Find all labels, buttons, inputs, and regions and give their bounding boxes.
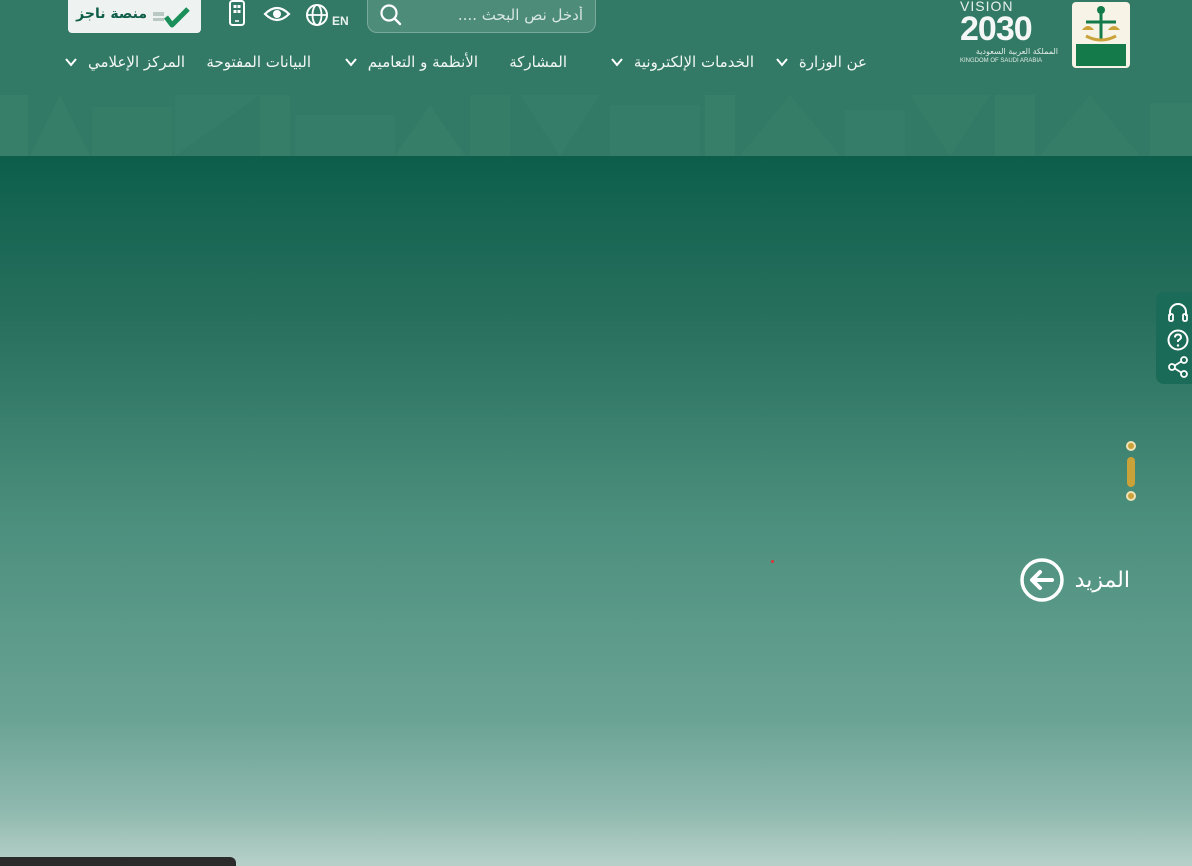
main-nav: عن الوزارة الخدمات الإلكترونية المشاركة … xyxy=(0,48,1192,76)
language-switch[interactable]: EN xyxy=(304,2,352,30)
nav-item-open-data[interactable]: البيانات المفتوحة xyxy=(206,48,311,76)
chevron-down-icon xyxy=(776,58,788,67)
share-icon[interactable] xyxy=(1166,355,1190,379)
chevron-down-icon xyxy=(611,58,623,67)
more-label: المزيد xyxy=(1074,567,1130,593)
arrow-left-circle-icon xyxy=(1019,558,1064,602)
nav-label: المشاركة xyxy=(509,53,567,71)
language-label: EN xyxy=(332,14,349,28)
search-box xyxy=(367,0,596,33)
globe-icon xyxy=(306,4,328,26)
nav-item-about[interactable]: عن الوزارة xyxy=(775,48,867,76)
pager-dot[interactable] xyxy=(1126,491,1136,501)
more-button[interactable]: المزيد xyxy=(1012,556,1130,604)
chevron-down-icon xyxy=(65,58,77,67)
pager-dot[interactable] xyxy=(1126,441,1136,451)
nav-label: الأنظمة و التعاميم xyxy=(367,53,478,71)
side-toolbar xyxy=(1156,292,1192,384)
pager-dot-active[interactable] xyxy=(1127,457,1135,487)
nav-label: عن الوزارة xyxy=(798,53,867,71)
cursor-marker xyxy=(771,560,774,563)
nav-item-participation[interactable]: المشاركة xyxy=(509,48,567,76)
nav-item-media-center[interactable]: المركز الإعلامي xyxy=(64,48,185,76)
help-icon[interactable] xyxy=(1166,328,1190,352)
search-input[interactable] xyxy=(413,3,583,27)
header-pattern xyxy=(0,95,1192,156)
najiz-logo-icon xyxy=(153,7,190,28)
nav-label: المركز الإعلامي xyxy=(87,53,185,71)
chevron-down-icon xyxy=(344,58,357,67)
browser-status-bar xyxy=(0,857,236,866)
nav-label: البيانات المفتوحة xyxy=(206,53,311,71)
nav-item-regulations[interactable]: الأنظمة و التعاميم xyxy=(344,48,478,76)
slider-pager xyxy=(1124,440,1138,504)
vision-number: 2030 xyxy=(960,10,1033,48)
nav-label: الخدمات الإلكترونية xyxy=(633,53,754,71)
najiz-label: منصة ناجز xyxy=(76,6,147,22)
headset-icon[interactable] xyxy=(1166,301,1190,325)
site-header: VISION 2030 المملكة العربية السعودية KIN… xyxy=(0,0,1192,156)
mobile-app-icon[interactable] xyxy=(227,0,247,26)
search-icon[interactable] xyxy=(378,2,404,28)
nav-item-eservices[interactable]: الخدمات الإلكترونية xyxy=(610,48,754,76)
eye-icon[interactable] xyxy=(263,2,291,26)
najiz-platform-button[interactable]: منصة ناجز xyxy=(68,0,201,33)
